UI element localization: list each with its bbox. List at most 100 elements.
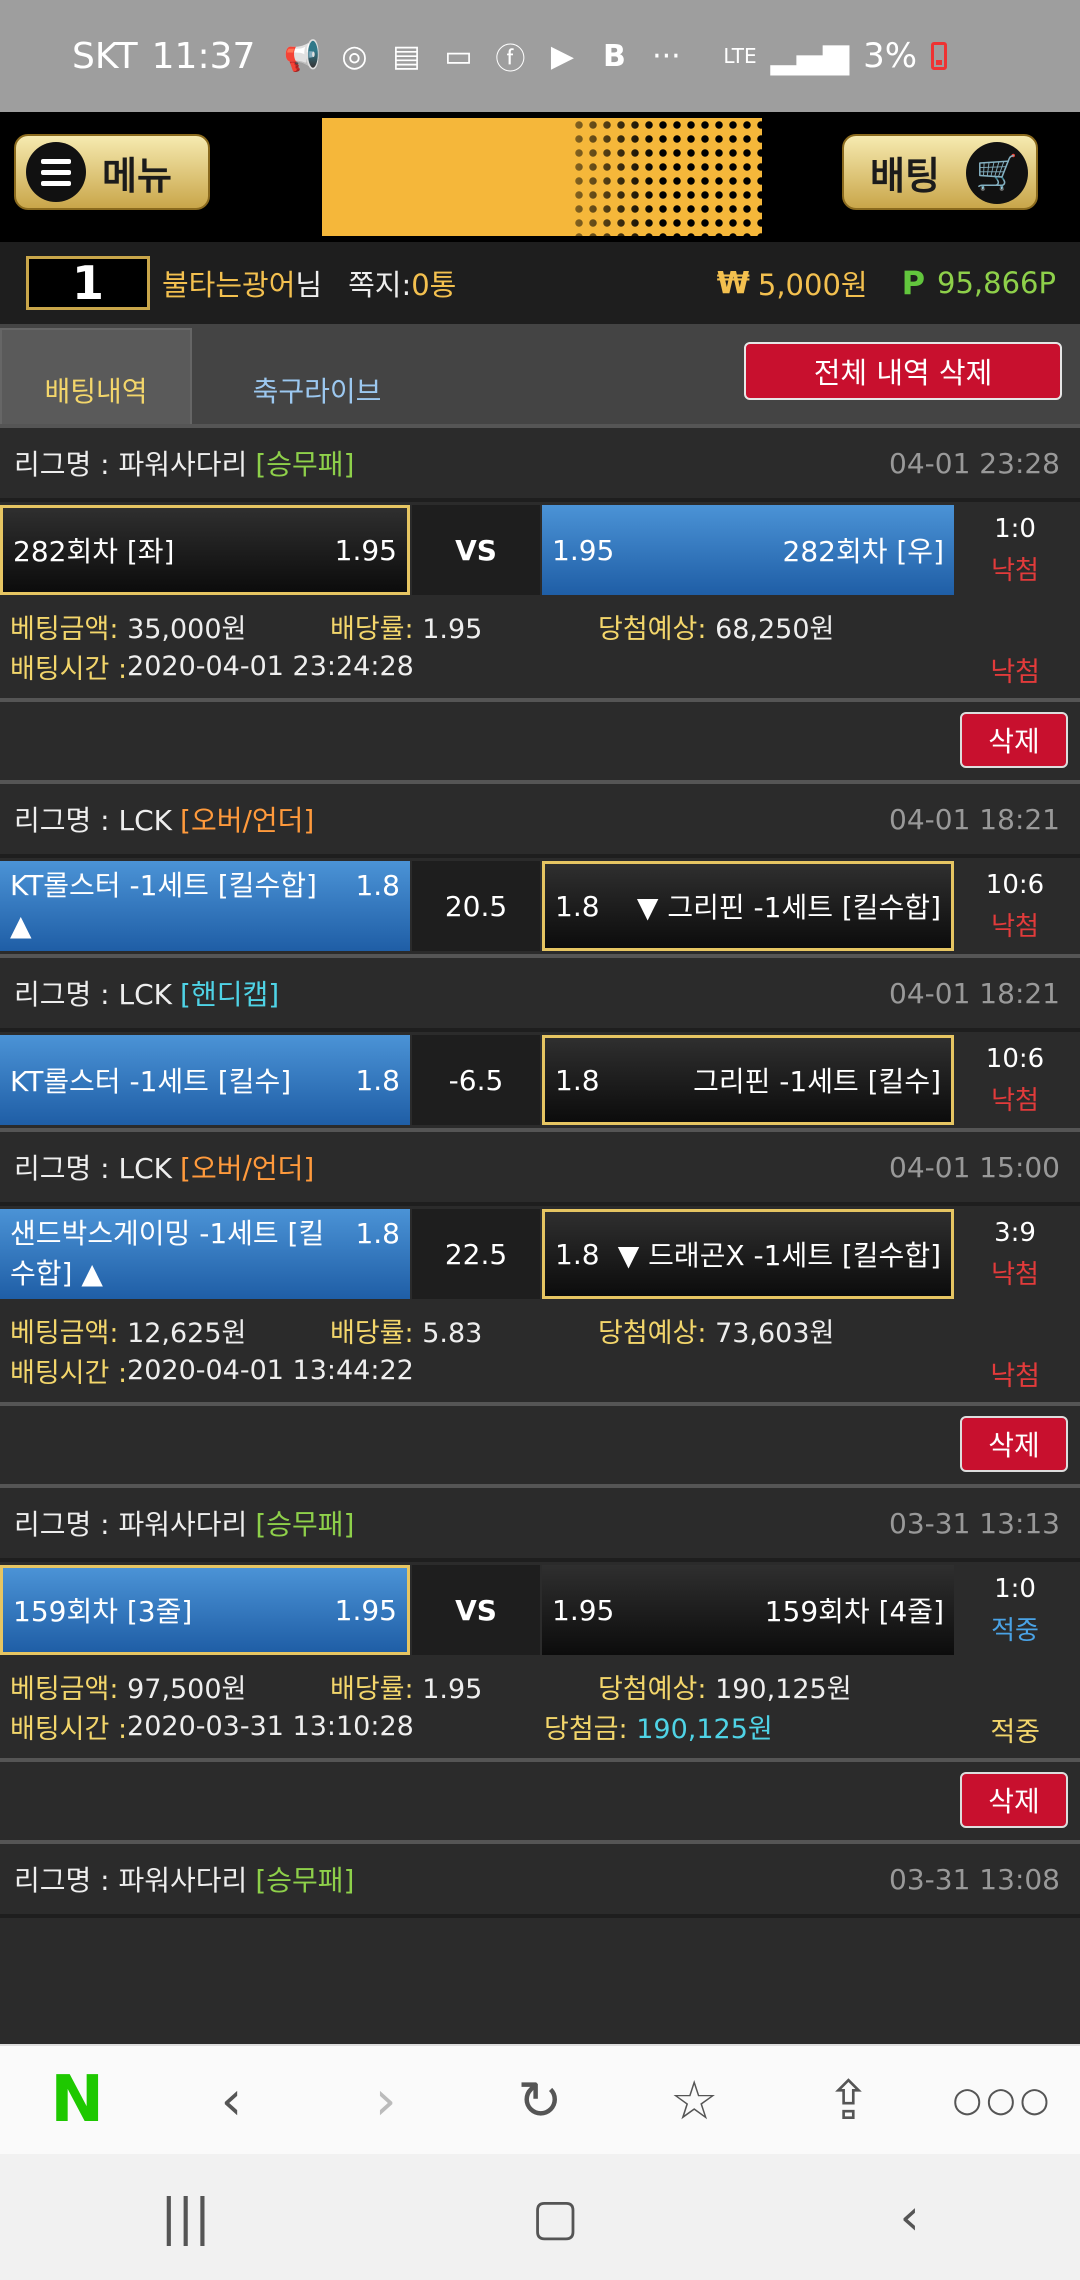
tab-soccer-live[interactable]: 축구라이브 (192, 328, 442, 424)
battery-icon (931, 42, 948, 70)
status-bar: SKT 11:37 📢 ◎ ▤ ▭ ⓕ ▶ B ··· LTE ▂▄▆ 3% (0, 0, 1080, 112)
home-odds: 1.8 (355, 1063, 400, 1097)
tab-betting-history[interactable]: 배팅내역 (0, 328, 192, 424)
naver-logo-icon[interactable]: N (17, 2050, 137, 2150)
away-name: ▼ 그리핀 -1세트 [킬수합] (636, 891, 941, 924)
system-indicators: LTE ▂▄▆ 3% (723, 36, 948, 76)
away-pick[interactable]: 1.8 ▼ 드래곤X -1세트 [킬수합] (542, 1209, 954, 1299)
back-icon[interactable]: ‹ (171, 2050, 291, 2150)
odds-label: 배당률: (330, 1673, 414, 1705)
home-pick[interactable]: 282회차 [좌] 1.95 (0, 505, 410, 595)
refresh-icon[interactable]: ↻ (480, 2050, 600, 2150)
expected-label: 당첨예상: (598, 1673, 707, 1705)
bet-time: 2020-04-01 13:44:22 (127, 1354, 414, 1386)
home-name: 159회차 [3줄] (13, 1595, 193, 1628)
home-pick[interactable]: KT롤스터 -1세트 [킬수] 1.8 (0, 1035, 410, 1125)
away-name: 282회차 [우] (782, 535, 944, 568)
message-link[interactable]: 쪽지:0통 (348, 262, 456, 304)
menu-button[interactable]: 메뉴 (14, 134, 210, 210)
notification-icons: 📢 ◎ ▤ ▭ ⓕ ▶ B ··· (284, 38, 683, 78)
home-icon[interactable]: ▢ (532, 2188, 579, 2246)
bet-amount: 35,000원 (127, 613, 247, 645)
bet-amount: 97,500원 (127, 1673, 247, 1705)
match-center: 20.5 (412, 861, 540, 951)
betting-cart-button[interactable]: 배팅 🛒 (842, 134, 1038, 210)
bet-time-label: 배팅시간 : (10, 1713, 128, 1745)
more-icon[interactable]: ○○○ (943, 2050, 1063, 2150)
score: 1:0 (994, 1573, 1036, 1604)
message-count: 0통 (411, 268, 457, 302)
message-label: 쪽지: (348, 268, 412, 302)
bookmark-icon[interactable]: ☆ (634, 2050, 754, 2150)
tab-bar: 배팅내역 축구라이브 전체 내역 삭제 (0, 324, 1080, 424)
game-date: 04-01 15:00 (889, 1150, 1060, 1184)
bet-amount-label: 베팅금액: (10, 1673, 119, 1705)
more-dots-icon: ··· (652, 38, 681, 74)
match-center: VS (412, 505, 540, 595)
bet-status: 적중 (990, 1717, 1040, 1748)
result-status: 낙첨 (991, 555, 1039, 586)
game-date: 03-31 13:13 (889, 1506, 1060, 1540)
home-odds: 1.8 (355, 1217, 400, 1250)
delete-row: 삭제 (0, 698, 1080, 780)
score: 10:6 (985, 869, 1045, 900)
bet-time: 2020-04-01 23:24:28 (127, 650, 414, 682)
delete-button[interactable]: 삭제 (960, 1416, 1068, 1472)
away-pick[interactable]: 1.95 282회차 [우] (542, 505, 954, 595)
total-odds: 1.95 (422, 1673, 483, 1705)
match-result: 1:0 낙첨 (960, 502, 1070, 598)
score: 10:6 (985, 1043, 1045, 1074)
league-header: 리그명 : 파워사다리 [승무패] 03-31 13:13 (0, 1484, 1080, 1562)
menu-label: 메뉴 (102, 153, 172, 198)
cash-balance: ₩5,000원 (717, 262, 868, 304)
clock: 11:37 (151, 35, 256, 77)
home-pick[interactable]: 샌드박스게이밍 -1세트 [킬수합] ▲ 1.8 (0, 1209, 410, 1299)
away-pick[interactable]: 1.8 그리핀 -1세트 [킬수] (542, 1035, 954, 1125)
game-date: 04-01 18:21 (889, 976, 1060, 1010)
signal-icon: ▂▄▆ (770, 36, 850, 76)
battery-percent: 3% (863, 36, 918, 76)
delete-button[interactable]: 삭제 (960, 712, 1068, 768)
recent-apps-icon[interactable]: ||| (160, 2188, 211, 2246)
total-odds: 1.95 (422, 613, 483, 645)
win-amount: 190,125원 (636, 1713, 773, 1745)
league-header: 리그명 : LCK [오버/언더] 04-01 18:21 (0, 780, 1080, 858)
bet-label: 배팅 (870, 153, 940, 198)
system-back-icon[interactable]: ‹ (900, 2188, 920, 2246)
odds-label: 배당률: (330, 613, 414, 645)
home-name: 샌드박스게이밍 -1세트 [킬수합] ▲ (10, 1217, 325, 1290)
bet-time-label: 배팅시간 : (10, 1357, 128, 1389)
total-line: 22.5 (444, 1237, 508, 1271)
bet-amount-label: 베팅금액: (10, 613, 119, 645)
expected-win: 68,250원 (715, 613, 835, 645)
top-bar: 메뉴 배팅 🛒 (0, 112, 1080, 242)
total-line: 20.5 (444, 889, 508, 923)
away-name: 159회차 [4줄] (764, 1595, 944, 1628)
delete-all-button[interactable]: 전체 내역 삭제 (744, 342, 1062, 400)
league-name: 리그명 : 파워사다리 (14, 1508, 248, 1541)
bet-amount-label: 베팅금액: (10, 1317, 119, 1349)
away-pick[interactable]: 1.95 159회차 [4줄] (542, 1565, 954, 1655)
forward-icon[interactable]: › (326, 2050, 446, 2150)
bet-status: 낙첨 (990, 1361, 1040, 1392)
delete-button[interactable]: 삭제 (960, 1772, 1068, 1828)
bet-status: 낙첨 (990, 657, 1040, 688)
points-icon: P (901, 264, 926, 302)
away-odds: 1.8 (555, 1237, 600, 1271)
share-icon[interactable]: ⇪ (789, 2050, 909, 2150)
match-center: 22.5 (412, 1209, 540, 1299)
bet-type: [승무패] (255, 1864, 355, 1897)
away-pick[interactable]: 1.8 ▼ 그리핀 -1세트 [킬수합] (542, 861, 954, 951)
level-badge: 1 (26, 256, 150, 310)
home-pick[interactable]: KT롤스터 -1세트 [킬수합] ▲ 1.8 (0, 861, 410, 951)
hamburger-icon (26, 142, 86, 202)
vs-label: VS (455, 1593, 497, 1627)
home-pick[interactable]: 159회차 [3줄] 1.95 (0, 1565, 410, 1655)
match-row: 샌드박스게이밍 -1세트 [킬수합] ▲ 1.8 22.5 1.8 ▼ 드래곤X -… (0, 1206, 1080, 1302)
gallery-icon: ▤ (392, 38, 421, 74)
bet-amount: 12,625원 (127, 1317, 247, 1349)
match-row: KT롤스터 -1세트 [킬수합] ▲ 1.8 20.5 1.8 ▼ 그리핀 -1세트… (0, 858, 1080, 954)
handicap-line: -6.5 (448, 1063, 504, 1097)
game-date: 03-31 13:08 (889, 1862, 1060, 1896)
result-status: 낙첨 (991, 1085, 1039, 1116)
